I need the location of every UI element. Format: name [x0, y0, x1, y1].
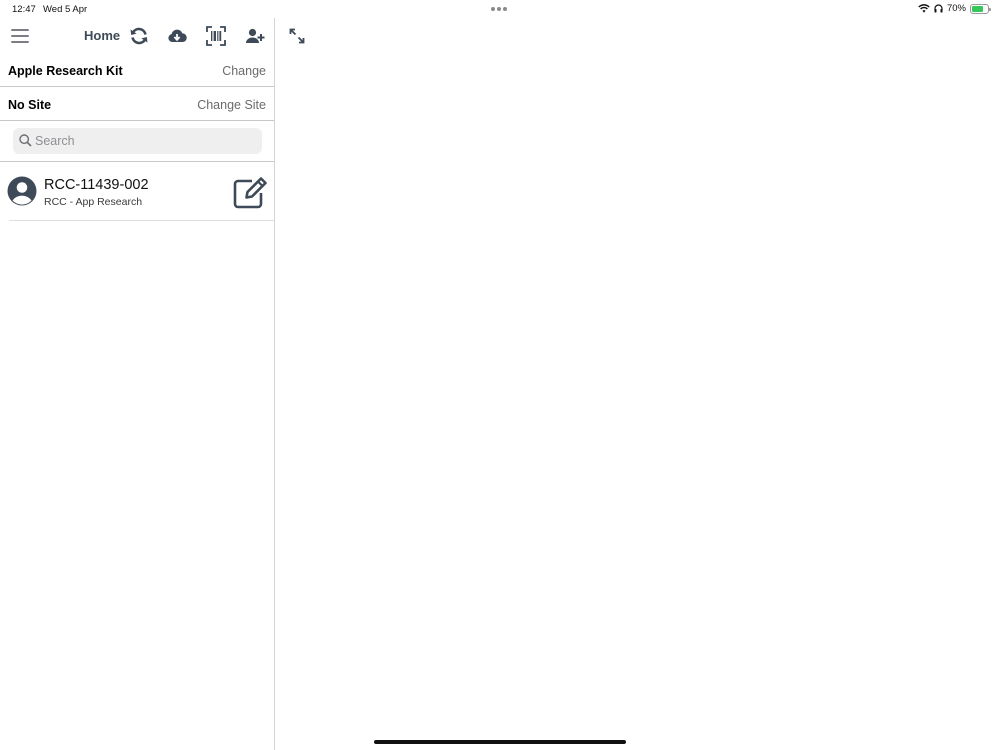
page-title: Home	[84, 28, 121, 43]
avatar	[7, 176, 37, 206]
participant-study: RCC - App Research	[44, 196, 143, 208]
change-site-button[interactable]: Change Site	[197, 98, 266, 112]
search-section	[0, 121, 274, 162]
search-icon	[19, 134, 32, 147]
multitasking-dots-icon[interactable]	[491, 7, 507, 11]
search-input[interactable]	[35, 128, 255, 154]
headphones-icon	[934, 4, 943, 13]
barcode-scan-icon[interactable]	[206, 26, 226, 46]
sidebar: Home Apple Research Kit Change No Site C…	[0, 18, 275, 750]
site-row: No Site Change Site	[0, 88, 274, 121]
home-indicator[interactable]	[374, 740, 626, 744]
battery-icon	[970, 3, 991, 14]
status-date: Wed 5 Apr	[43, 4, 88, 15]
cloud-download-icon[interactable]	[167, 26, 187, 46]
status-indicators: 70%	[918, 3, 991, 14]
menu-icon[interactable]	[11, 29, 29, 43]
search-box[interactable]	[13, 128, 262, 154]
battery-percent: 70%	[946, 3, 966, 14]
toolbar: Home	[0, 18, 274, 54]
change-study-button[interactable]: Change	[222, 64, 266, 78]
study-row: Apple Research Kit Change	[0, 54, 274, 87]
site-name: No Site	[8, 98, 52, 112]
add-user-icon[interactable]	[245, 26, 265, 46]
list-item[interactable]: RCC-11439-002 RCC - App Research	[7, 163, 274, 221]
study-name: Apple Research Kit	[8, 64, 123, 78]
participant-id: RCC-11439-002	[44, 177, 149, 193]
battery-level-fill	[972, 5, 983, 12]
status-time: 12:47	[12, 4, 36, 15]
wifi-icon	[918, 4, 930, 13]
edit-icon[interactable]	[233, 176, 268, 209]
status-bar: 12:47 Wed 5 Apr 70%	[0, 0, 1000, 18]
expand-icon[interactable]	[289, 28, 305, 44]
sync-icon[interactable]	[129, 26, 149, 46]
